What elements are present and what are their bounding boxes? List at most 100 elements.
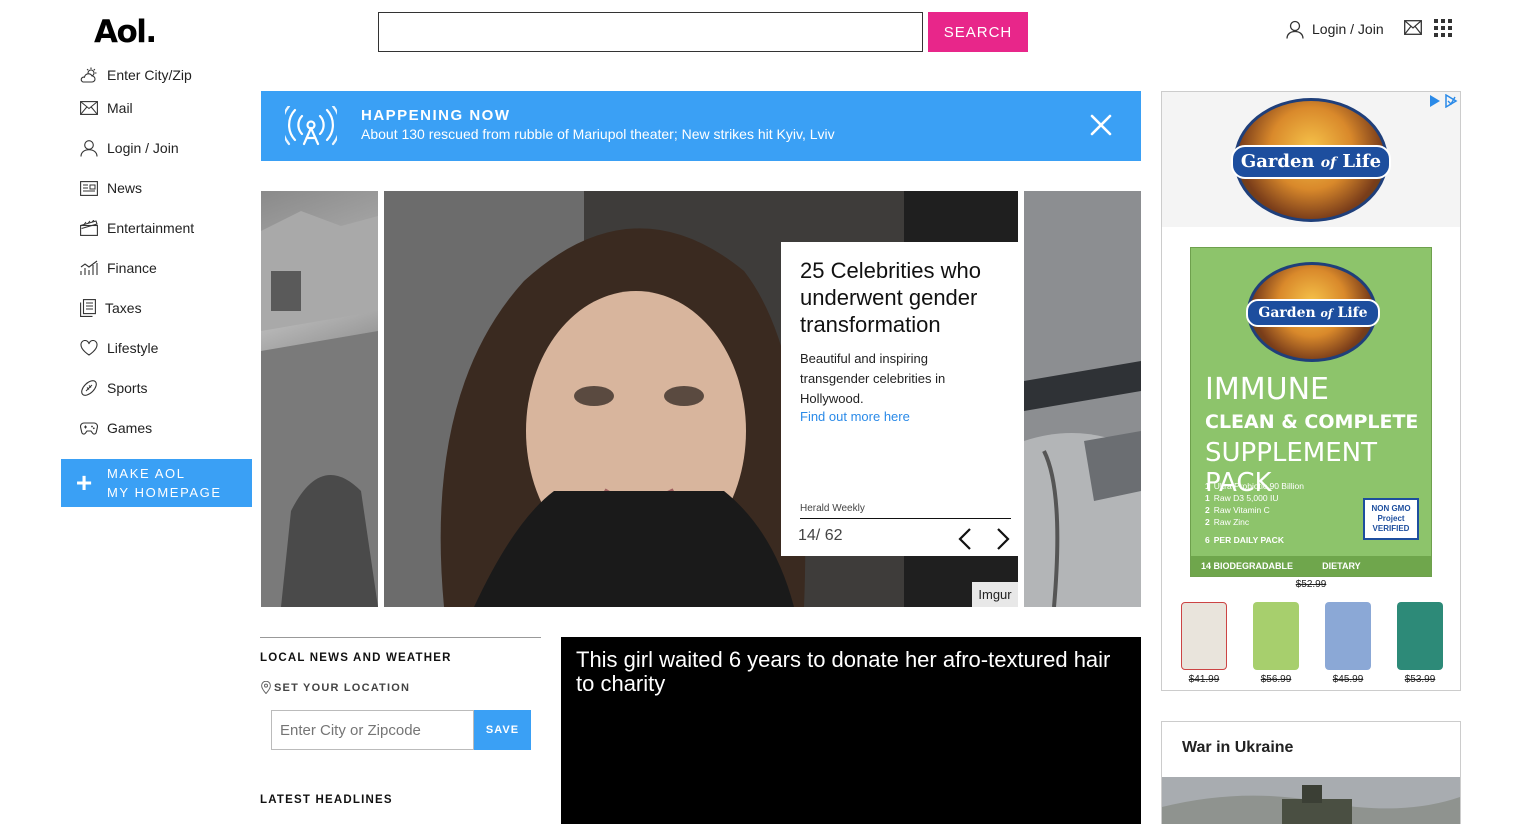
set-location-label: SET YOUR LOCATION bbox=[274, 681, 411, 694]
sidebar-item-label: Lifestyle bbox=[107, 340, 159, 356]
apps-grid-icon[interactable] bbox=[1434, 19, 1452, 37]
news-icon bbox=[80, 180, 98, 196]
close-icon[interactable] bbox=[1087, 111, 1115, 139]
heart-icon bbox=[80, 340, 98, 356]
header-login-link[interactable]: Login / Join bbox=[1286, 18, 1384, 40]
non-gmo-badge: NON GMO Project VERIFIED bbox=[1363, 498, 1419, 540]
video-player[interactable]: This girl waited 6 years to donate her a… bbox=[561, 637, 1141, 824]
slide-counter: 14/ 62 bbox=[798, 527, 843, 544]
video-title[interactable]: This girl waited 6 years to donate her a… bbox=[576, 648, 1126, 696]
product-name: IMMUNE bbox=[1205, 372, 1329, 407]
product-price: $56.99 bbox=[1260, 674, 1292, 685]
chart-icon bbox=[80, 260, 98, 275]
sidebar-item-label: News bbox=[107, 180, 143, 196]
weather-icon bbox=[80, 67, 97, 83]
slide-source: Herald Weekly bbox=[800, 503, 865, 514]
clapperboard-icon bbox=[80, 220, 98, 236]
brand-name: Garden of Life bbox=[1231, 145, 1391, 179]
ship-image bbox=[1024, 191, 1141, 607]
local-news-heading: LOCAL NEWS AND WEATHER bbox=[260, 652, 452, 664]
mail-icon[interactable] bbox=[1404, 20, 1422, 35]
search-input[interactable] bbox=[378, 12, 923, 52]
landscape-image bbox=[261, 211, 378, 607]
make-homepage-button[interactable]: + MAKE AOL MY HOMEPAGE bbox=[61, 459, 252, 507]
product-subtitle: CLEAN & COMPLETE bbox=[1205, 411, 1419, 433]
sidebar-item-news[interactable]: News bbox=[80, 168, 252, 208]
banner-title: HAPPENING NOW bbox=[361, 107, 511, 124]
sidebar-item-mail[interactable]: Mail bbox=[80, 88, 252, 128]
latest-headlines-heading: LATEST HEADLINES bbox=[260, 794, 393, 806]
sidebar-item-label: Entertainment bbox=[107, 220, 195, 236]
user-icon bbox=[1286, 20, 1304, 39]
product-bottle bbox=[1181, 602, 1227, 670]
product-price: $41.99 bbox=[1188, 674, 1220, 685]
carousel-prev-slide[interactable] bbox=[261, 191, 378, 607]
brand-name: Garden of Life bbox=[1246, 299, 1380, 327]
sidebar-item-login[interactable]: Login / Join bbox=[80, 128, 252, 168]
ad-product[interactable]: $53.99 bbox=[1388, 602, 1452, 685]
sidebar-item-finance[interactable]: Finance bbox=[80, 248, 252, 288]
chevron-right-icon[interactable] bbox=[991, 526, 1013, 552]
sidebar-item-label: Games bbox=[107, 420, 153, 436]
ad-product-row: $41.99 $56.99 $45.99 $53.99 bbox=[1172, 602, 1452, 685]
image-credit: Imgur bbox=[972, 582, 1018, 607]
tank-photo bbox=[1162, 777, 1460, 824]
save-location-button[interactable]: SAVE bbox=[474, 710, 531, 750]
sidebar-item-label: Taxes bbox=[105, 300, 142, 316]
sidebar-item-location[interactable]: Enter City/Zip bbox=[80, 62, 252, 88]
product-price: $45.99 bbox=[1332, 674, 1364, 685]
sidebar-item-sports[interactable]: Sports bbox=[80, 368, 252, 408]
user-icon bbox=[80, 140, 98, 157]
sidebar-item-label: Enter City/Zip bbox=[107, 67, 192, 83]
slide-title[interactable]: 25 Celebrities who underwent gender tran… bbox=[800, 257, 1010, 338]
product-bottle bbox=[1253, 602, 1299, 670]
divider bbox=[800, 518, 1011, 519]
war-module-title[interactable]: War in Ukraine bbox=[1182, 739, 1293, 757]
sidebar-item-games[interactable]: Games bbox=[80, 408, 252, 448]
product-bottle bbox=[1397, 602, 1443, 670]
sidebar-item-label: Login / Join bbox=[107, 140, 179, 156]
product-price: $52.99 bbox=[1295, 579, 1327, 590]
ad-choices-icon[interactable] bbox=[1428, 94, 1458, 108]
sidebar-item-label: Mail bbox=[107, 100, 133, 116]
war-in-ukraine-module[interactable]: War in Ukraine bbox=[1161, 721, 1461, 824]
garden-of-life-logo: Garden of Life bbox=[1231, 98, 1391, 222]
make-homepage-label: MAKE AOL MY HOMEPAGE bbox=[107, 466, 222, 500]
football-icon bbox=[81, 380, 97, 396]
sidebar-item-entertainment[interactable]: Entertainment bbox=[80, 208, 252, 248]
product-contents-list: 1 Ultra Probiotic 90 Billion 1 Raw D3 5,00… bbox=[1205, 481, 1304, 545]
ad-product[interactable]: $45.99 bbox=[1316, 602, 1380, 685]
sidebar-item-taxes[interactable]: Taxes bbox=[80, 288, 252, 328]
ad-product[interactable]: $56.99 bbox=[1244, 602, 1308, 685]
slide-info-card: 25 Celebrities who underwent gender tran… bbox=[781, 242, 1018, 556]
ad-product[interactable]: $41.99 bbox=[1172, 602, 1236, 685]
happening-now-banner[interactable]: HAPPENING NOW About 130 rescued from rub… bbox=[261, 91, 1141, 161]
gamepad-icon bbox=[80, 422, 98, 435]
product-price: $53.99 bbox=[1404, 674, 1436, 685]
pack-footer: 14 BIODEGRADABLE PACKS DIETARY SUPPLEMENT bbox=[1191, 556, 1431, 591]
slide-description: Beautiful and inspiring transgender cele… bbox=[800, 351, 946, 406]
war-module-image[interactable] bbox=[1162, 777, 1460, 824]
zipcode-input[interactable] bbox=[271, 710, 474, 750]
sidebar-item-lifestyle[interactable]: Lifestyle bbox=[80, 328, 252, 368]
advertisement[interactable]: Garden of Life Garden of Life IMMUNE CLE… bbox=[1161, 91, 1461, 691]
aol-logo[interactable]: Aol. bbox=[94, 14, 157, 50]
chevron-left-icon[interactable] bbox=[955, 526, 977, 552]
carousel-next-slide[interactable] bbox=[1024, 191, 1141, 607]
product-immune-pack[interactable]: Garden of Life IMMUNE CLEAN & COMPLETE S… bbox=[1190, 247, 1432, 591]
search-button[interactable]: SEARCH bbox=[928, 12, 1028, 52]
banner-headline[interactable]: About 130 rescued from rubble of Mariupo… bbox=[361, 126, 835, 142]
location-pin-icon bbox=[261, 681, 271, 694]
garden-of-life-logo: Garden of Life bbox=[1246, 262, 1380, 362]
set-location-link[interactable]: SET YOUR LOCATION bbox=[261, 681, 410, 694]
mail-icon bbox=[80, 101, 98, 115]
slide-link[interactable]: Find out more here bbox=[800, 409, 910, 424]
broadcast-icon bbox=[285, 106, 337, 146]
document-icon bbox=[80, 299, 96, 317]
carousel-main-slide[interactable]: 25 Celebrities who underwent gender tran… bbox=[384, 191, 1018, 607]
sidebar-item-label: Sports bbox=[107, 380, 148, 396]
left-sidebar: Enter City/Zip Mail Login / Join News En… bbox=[80, 62, 252, 448]
product-bottle bbox=[1325, 602, 1371, 670]
divider bbox=[260, 637, 541, 638]
header-login-label: Login / Join bbox=[1312, 21, 1384, 37]
